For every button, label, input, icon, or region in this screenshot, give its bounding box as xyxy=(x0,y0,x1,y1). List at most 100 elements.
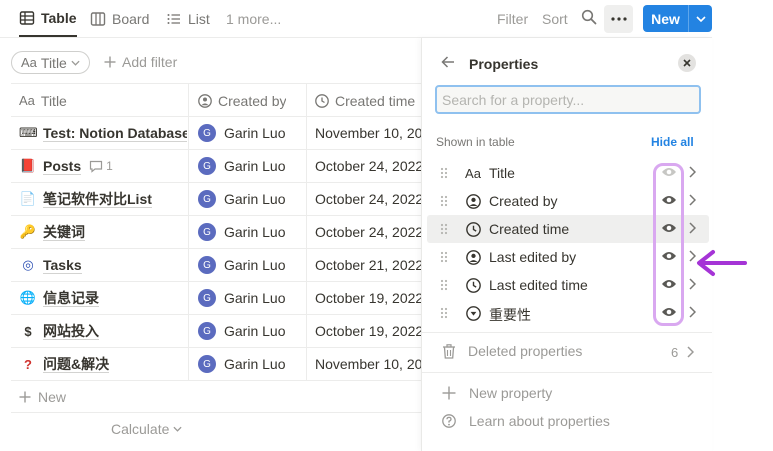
add-filter-button[interactable]: Add filter xyxy=(104,54,177,70)
filter-button[interactable]: Filter xyxy=(497,11,528,27)
property-row-importance[interactable]: 重要性 xyxy=(427,299,709,327)
chevron-right-icon[interactable] xyxy=(689,306,696,318)
avatar: G xyxy=(198,190,216,208)
column-header-created-time[interactable]: Created time xyxy=(315,84,421,117)
row-title[interactable]: 信息记录 xyxy=(43,290,99,307)
drag-handle-icon[interactable] xyxy=(440,307,448,319)
chevron-right-icon[interactable] xyxy=(689,194,696,206)
table-row[interactable]: ⌨ Test: Notion Database G Garin Luo Novemb… xyxy=(11,117,421,150)
chevron-right-icon[interactable] xyxy=(689,278,696,290)
property-row-title[interactable]: Aa Title xyxy=(427,159,709,187)
plus-icon xyxy=(19,391,31,403)
row-title[interactable]: 网站投入 xyxy=(43,323,99,340)
row-title[interactable]: Posts xyxy=(43,158,82,175)
text-type-icon: Aa xyxy=(19,93,35,108)
search-icon xyxy=(581,9,597,25)
chevron-right-icon[interactable] xyxy=(689,222,696,234)
created-by-value: Garin Luo xyxy=(224,125,286,141)
drag-handle-icon[interactable] xyxy=(440,195,448,207)
text-type-icon: Aa xyxy=(465,165,481,181)
deleted-properties-button[interactable]: Deleted properties xyxy=(442,343,582,359)
table-row[interactable]: $ 网站投入 G Garin Luo October 19, 2022 xyxy=(11,315,421,348)
person-icon xyxy=(465,249,481,265)
new-property-button[interactable]: New property xyxy=(442,385,552,401)
panel-title: Properties xyxy=(469,56,539,72)
chevron-right-icon[interactable] xyxy=(687,346,694,358)
title-filter-chip[interactable]: Aa Title xyxy=(11,51,90,74)
row-title[interactable]: 笔记软件对比List xyxy=(43,191,152,208)
more-options-button[interactable] xyxy=(604,5,633,33)
row-title[interactable]: Test: Notion Database xyxy=(43,125,187,142)
new-button-label[interactable]: New xyxy=(643,5,689,32)
property-name: Title xyxy=(489,165,515,181)
table-header: Aa Title Created by Created time xyxy=(11,83,421,117)
property-name: Created by xyxy=(489,193,558,209)
drag-handle-icon[interactable] xyxy=(440,167,448,179)
created-by-value: Garin Luo xyxy=(224,191,286,207)
search-button[interactable] xyxy=(581,9,597,28)
sort-button[interactable]: Sort xyxy=(542,11,568,27)
avatar: G xyxy=(198,289,216,307)
property-row-last-edited-by[interactable]: Last edited by xyxy=(427,243,709,271)
property-row-created-time[interactable]: Created time xyxy=(427,215,709,243)
row-title[interactable]: Tasks xyxy=(43,257,82,274)
column-header-label: Created time xyxy=(335,92,416,109)
add-row-button[interactable]: New xyxy=(19,389,66,405)
column-header-label: Title xyxy=(40,92,67,109)
avatar: G xyxy=(198,157,216,175)
hide-all-button[interactable]: Hide all xyxy=(651,135,694,149)
back-button[interactable] xyxy=(441,55,455,72)
page-icon: 🌐 xyxy=(19,290,37,305)
help-icon xyxy=(442,414,456,428)
tab-list[interactable]: List xyxy=(166,0,210,37)
created-time-value: November 10, 2022 xyxy=(315,125,421,141)
calculate-button[interactable]: Calculate xyxy=(111,421,182,437)
drag-handle-icon[interactable] xyxy=(440,251,448,263)
property-search-input[interactable] xyxy=(435,85,701,114)
deleted-properties-label: Deleted properties xyxy=(468,343,583,359)
chevron-down-icon xyxy=(173,426,182,432)
row-title[interactable]: 关键词 xyxy=(43,224,85,241)
more-views-link[interactable]: 1 more... xyxy=(226,11,281,27)
table-row[interactable]: 📄 笔记软件对比List G Garin Luo October 24, 2022 xyxy=(11,183,421,216)
clock-icon xyxy=(465,277,481,293)
person-icon xyxy=(198,93,212,108)
avatar: G xyxy=(198,223,216,241)
eye-icon[interactable] xyxy=(661,306,677,318)
eye-icon[interactable] xyxy=(661,194,677,206)
eye-icon[interactable] xyxy=(661,278,677,290)
created-time-value: October 19, 2022 xyxy=(315,290,421,306)
close-button[interactable] xyxy=(678,54,696,72)
view-toolbar: Table Board List 1 more... Filter Sort N… xyxy=(0,0,712,38)
property-row-created-by[interactable]: Created by xyxy=(427,187,709,215)
eye-icon[interactable] xyxy=(661,222,677,234)
table-row[interactable]: ? 问题&解决 G Garin Luo November 10, 2022 xyxy=(11,348,421,381)
eye-icon[interactable] xyxy=(661,166,677,178)
eye-icon[interactable] xyxy=(661,250,677,262)
table-row[interactable]: 🔑 关键词 G Garin Luo October 24, 2022 xyxy=(11,216,421,249)
page-icon: 📄 xyxy=(19,191,37,206)
new-button[interactable]: New xyxy=(643,5,712,32)
chevron-right-icon[interactable] xyxy=(689,166,696,178)
learn-properties-link[interactable]: Learn about properties xyxy=(442,413,610,429)
trash-icon xyxy=(443,343,455,359)
created-by-value: Garin Luo xyxy=(224,158,286,174)
tab-board[interactable]: Board xyxy=(90,0,149,37)
table-row[interactable]: 🌐 信息记录 G Garin Luo October 19, 2022 xyxy=(11,282,421,315)
plus-icon xyxy=(442,386,456,400)
property-row-last-edited-time[interactable]: Last edited time xyxy=(427,271,709,299)
drag-handle-icon[interactable] xyxy=(440,223,448,235)
new-dropdown-toggle[interactable] xyxy=(689,5,712,32)
annotation-arrow-icon xyxy=(697,250,747,276)
column-header-title[interactable]: Aa Title xyxy=(19,84,67,117)
table-row[interactable]: 📕 Posts 1 G Garin Luo October 24, 2022 xyxy=(11,150,421,183)
column-header-created-by[interactable]: Created by xyxy=(198,84,286,117)
add-filter-label: Add filter xyxy=(122,54,178,70)
table-row[interactable]: ◎ Tasks G Garin Luo October 21, 2022 xyxy=(11,249,421,282)
row-title[interactable]: 问题&解决 xyxy=(43,356,110,373)
tab-board-label: Board xyxy=(112,10,150,27)
learn-properties-label: Learn about properties xyxy=(469,413,610,429)
comment-count[interactable]: 1 xyxy=(89,159,113,173)
drag-handle-icon[interactable] xyxy=(440,279,448,291)
tab-table[interactable]: Table xyxy=(19,0,77,37)
